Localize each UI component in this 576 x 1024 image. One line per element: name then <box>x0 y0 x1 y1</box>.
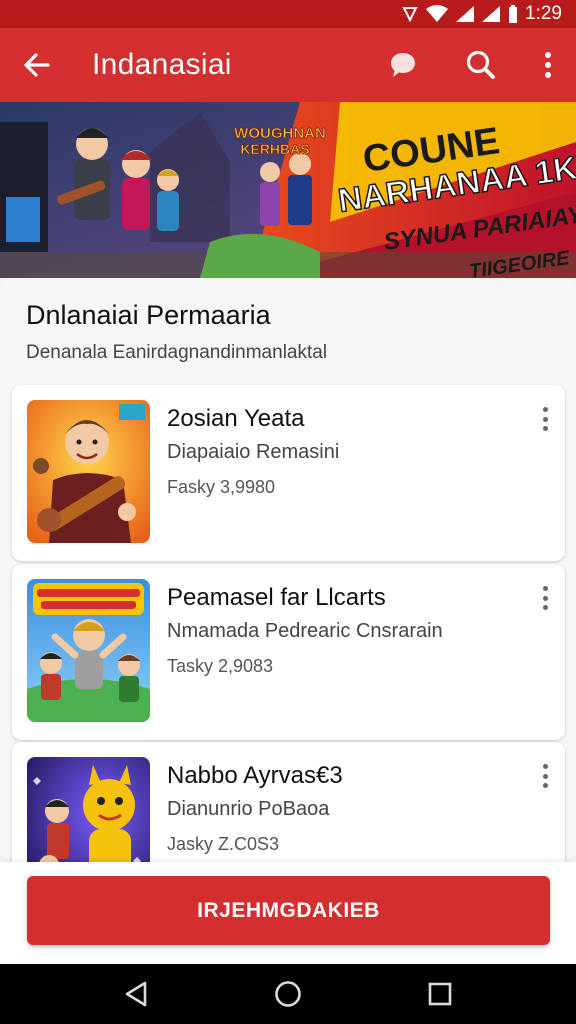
nav-recents-icon <box>428 982 452 1006</box>
page-title: Indanasiai <box>92 48 232 81</box>
app-thumbnail <box>27 400 150 543</box>
signal-icon-2 <box>481 5 501 23</box>
more-vert-icon[interactable] <box>537 764 553 788</box>
search-button[interactable] <box>442 28 520 102</box>
section-title: Dnlanaiai Permaaria <box>26 300 271 330</box>
more-options-button[interactable] <box>520 28 576 102</box>
app-name: Nabbo Ayrvas€3 <box>167 762 343 789</box>
nav-home-icon <box>275 981 301 1007</box>
more-vert-icon[interactable] <box>537 586 553 610</box>
app-name: Peamasel far Llcarts <box>167 584 386 611</box>
app-thumbnail <box>27 579 150 722</box>
status-time: 1:29 <box>525 3 562 24</box>
back-button[interactable] <box>0 28 74 102</box>
system-nav-bar <box>0 964 576 1024</box>
primary-action-button[interactable]: IRJEHMGDAKIEB <box>27 876 550 945</box>
nav-home-button[interactable] <box>258 964 318 1024</box>
notification-icon <box>401 5 419 23</box>
chat-button[interactable] <box>364 28 442 102</box>
bottom-action-panel: IRJEHMGDAKIEB <box>0 862 576 964</box>
nav-recents-button[interactable] <box>410 964 470 1024</box>
svg-text:KERHBAS: KERHBAS <box>240 141 309 157</box>
signal-icon <box>455 5 475 23</box>
app-developer: Nmamada Pedrearic Cnsrarain <box>167 620 443 642</box>
section-subtitle: Denanala Eanirdagnandinmanlaktal <box>26 342 328 363</box>
app-meta: Tasky 2,9083 <box>167 656 274 676</box>
app-card[interactable]: Peamasel far Llcarts Nmamada Pedrearic C… <box>12 564 565 740</box>
battery-icon <box>507 4 519 24</box>
app-bar: Indanasiai <box>0 28 576 102</box>
search-icon <box>466 50 495 79</box>
status-bar: 1:29 <box>0 0 576 28</box>
app-thumbnail <box>27 757 150 862</box>
back-arrow-icon <box>24 53 50 77</box>
app-meta: Fasky 3,9980 <box>167 477 276 497</box>
chat-bubble-icon <box>391 53 415 77</box>
app-developer: Diapaiaio Remasini <box>167 441 340 463</box>
more-vert-icon <box>545 52 551 78</box>
more-vert-icon[interactable] <box>537 407 553 431</box>
content-sheet: Dnlanaiai Permaaria Denanala Eanirdagnan… <box>0 278 576 862</box>
app-meta: Jasky Z.C0S3 <box>167 834 280 854</box>
wifi-icon <box>425 5 449 23</box>
app-name: 2osian Yeata <box>167 405 305 432</box>
app-card[interactable]: Nabbo Ayrvas€3 Dianunrio PoBaoa Jasky Z.… <box>12 742 565 862</box>
promo-banner[interactable]: WOUGHNAN KERHBAS COUNE NARHANAA 1K SYNUA… <box>0 102 576 278</box>
app-developer: Dianunrio PoBaoa <box>167 798 330 820</box>
nav-back-button[interactable] <box>106 964 166 1024</box>
nav-back-icon <box>125 981 147 1007</box>
app-card[interactable]: 2osian Yeata Diapaiaio Remasini Fasky 3,… <box>12 385 565 561</box>
svg-text:WOUGHNAN: WOUGHNAN <box>234 125 326 142</box>
